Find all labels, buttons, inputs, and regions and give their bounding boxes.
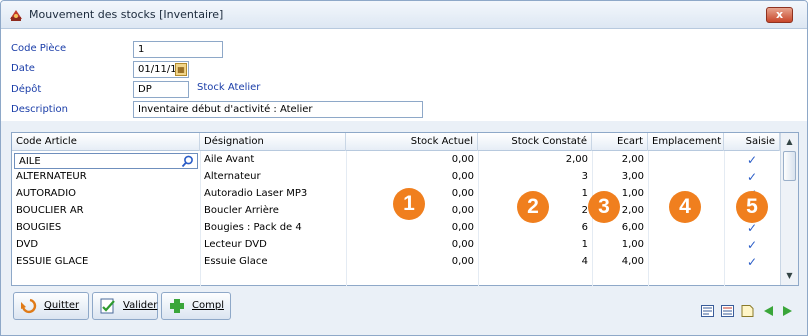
callout-badge-3: 3 [588, 191, 620, 223]
scroll-thumb[interactable] [783, 151, 796, 181]
table-row[interactable]: ESSUIE GLACE Essuie Glace 0,00 4 4,00 ✓ [12, 254, 780, 270]
code-piece-label: Code Pièce [11, 43, 67, 54]
stock-constate-cell: 4 [581, 256, 588, 267]
stock-constate-cell: 1 [581, 239, 588, 250]
col-code-article[interactable]: Code Article [12, 133, 200, 151]
scroll-up-icon[interactable]: ▲ [782, 134, 797, 150]
depot-code-field[interactable]: DP [133, 81, 189, 98]
export-icon[interactable] [701, 305, 714, 317]
emplacement-cell [648, 254, 724, 270]
list-icon[interactable] [721, 305, 734, 317]
validate-button[interactable]: Valider [92, 292, 158, 320]
page-icon[interactable] [741, 305, 754, 317]
bottom-toolbar: Quitter Valider Compl [1, 287, 807, 335]
saisie-check-icon: ✓ [746, 238, 758, 252]
callout-badge-4: 4 [669, 191, 701, 223]
validate-label: Valider [123, 300, 158, 311]
callout-badge-5: 5 [736, 191, 768, 223]
saisie-check-icon: ✓ [746, 153, 758, 167]
stock-actuel-cell: 0,00 [451, 239, 474, 250]
grid-header: Code Article Désignation Stock Actuel St… [12, 133, 780, 151]
stock-constate-cell: 2,00 [565, 154, 588, 165]
stock-actuel-cell: 0,00 [451, 171, 474, 182]
code-article-cell[interactable]: AILE [15, 154, 175, 170]
description-label: Description [11, 104, 68, 115]
emplacement-cell [648, 237, 724, 253]
callout-badge-2: 2 [517, 191, 549, 223]
vertical-scrollbar[interactable]: ▲ ▼ [780, 133, 798, 285]
stock-icon [10, 10, 22, 21]
col-saisie[interactable]: Saisie [724, 133, 780, 151]
quit-button[interactable]: Quitter [13, 292, 89, 320]
code-article-cell: BOUGIES [16, 222, 62, 233]
date-label: Date [11, 63, 35, 74]
code-article-cell: DVD [16, 239, 39, 250]
col-designation[interactable]: Désignation [200, 133, 346, 151]
designation-cell: Lecteur DVD [204, 239, 267, 250]
code-article-editor[interactable]: AILE [14, 153, 198, 169]
depot-name: Stock Atelier [197, 82, 261, 93]
description-field[interactable]: Inventaire début d'activité : Atelier [133, 101, 423, 118]
stock-movement-window: Mouvement des stocks [Inventaire] x Code… [0, 0, 808, 336]
designation-cell: Bougies : Pack de 4 [204, 222, 302, 233]
ecart-cell: 1,00 [621, 239, 644, 250]
scroll-down-icon[interactable]: ▼ [782, 268, 797, 284]
col-stock-actuel[interactable]: Stock Actuel [346, 133, 478, 151]
designation-cell: Alternateur [204, 171, 261, 182]
designation-cell: Essuie Glace [204, 256, 268, 267]
stock-constate-cell: 3 [581, 171, 588, 182]
header-form: Code Pièce 1 Date 01/11/12 ▦ Dépôt DP St… [1, 29, 807, 121]
exit-icon [21, 298, 37, 314]
prev-icon[interactable] [762, 305, 775, 317]
table-row[interactable]: DVD Lecteur DVD 0,00 1 1,00 ✓ [12, 237, 780, 253]
close-button[interactable]: x [766, 7, 793, 23]
saisie-check-icon: ✓ [746, 170, 758, 184]
saisie-check-icon: ✓ [746, 255, 758, 269]
validate-icon [100, 298, 115, 314]
add-icon [170, 299, 184, 313]
inventory-grid: Code Article Désignation Stock Actuel St… [11, 132, 799, 286]
col-ecart[interactable]: Ecart [592, 133, 648, 151]
code-article-cell: ALTERNATEUR [16, 171, 87, 182]
designation-cell: Boucler Arrière [204, 205, 279, 216]
ecart-cell: 2,00 [621, 154, 644, 165]
title-bar: Mouvement des stocks [Inventaire] x [1, 1, 807, 29]
emplacement-cell [648, 169, 724, 185]
emplacement-cell [648, 152, 724, 168]
compl-label: Compl [192, 300, 224, 311]
table-row[interactable]: ALTERNATEUR Alternateur 0,00 3 3,00 ✓ [12, 169, 780, 185]
ecart-cell: 4,00 [621, 256, 644, 267]
search-icon[interactable] [181, 155, 194, 168]
stock-actuel-cell: 0,00 [451, 222, 474, 233]
ecart-cell: 3,00 [621, 171, 644, 182]
table-row[interactable]: BOUGIES Bougies : Pack de 4 0,00 6 6,00 … [12, 220, 780, 236]
col-stock-constate[interactable]: Stock Constaté [478, 133, 592, 151]
callout-badge-1: 1 [393, 188, 425, 220]
code-article-cell: ESSUIE GLACE [16, 256, 89, 267]
table-row[interactable]: AILE Aile Avant 0,00 2,00 2,00 ✓ [12, 152, 780, 169]
designation-cell: Autoradio Laser MP3 [204, 188, 308, 199]
designation-cell: Aile Avant [204, 154, 255, 165]
code-piece-field[interactable]: 1 [133, 41, 223, 58]
stock-actuel-cell: 0,00 [451, 154, 474, 165]
quit-label: Quitter [44, 300, 80, 311]
col-emplacement[interactable]: Emplacement [648, 133, 724, 151]
code-article-cell: BOUCLIER AR [16, 205, 84, 216]
next-icon[interactable] [781, 305, 794, 317]
compl-button[interactable]: Compl [161, 292, 231, 320]
stock-actuel-cell: 0,00 [451, 256, 474, 267]
code-article-cell: AUTORADIO [16, 188, 77, 199]
calendar-icon[interactable]: ▦ [175, 63, 187, 76]
depot-label: Dépôt [11, 84, 42, 95]
window-title: Mouvement des stocks [Inventaire] [29, 8, 224, 21]
